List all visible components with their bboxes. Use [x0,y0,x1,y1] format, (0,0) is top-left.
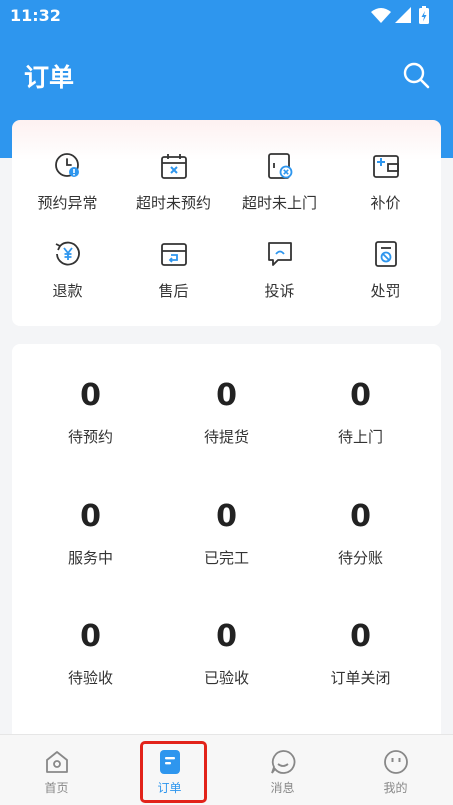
stat-label: 订单关闭 [330,669,391,687]
stat-count: 0 [350,378,371,413]
stat-label: 服务中 [67,549,113,567]
signal-icon [395,7,411,23]
quick-action-label: 售后 [158,282,189,300]
tab-profile[interactable]: 我的 [339,735,452,805]
stat-completed[interactable]: 0 已完工 [155,499,298,579]
quick-action-label: 预约异常 [37,194,98,212]
clock-alert-icon [55,153,79,177]
refund-yen-icon [55,241,80,266]
stat-label: 待分账 [337,549,383,567]
stat-label: 待上门 [337,428,383,446]
box-return-icon [161,243,187,266]
quick-action-complaint[interactable]: 投诉 [226,240,333,310]
status-time: 11:32 [10,6,61,25]
stat-accepted[interactable]: 0 已验收 [155,619,298,699]
stat-label: 待预约 [67,428,113,446]
wallet-plus-icon [373,155,399,178]
status-bar: 11:32 [0,0,453,32]
stat-pending-booking[interactable]: 0 待预约 [19,378,162,458]
battery-icon [419,6,429,24]
stat-in-service[interactable]: 0 服务中 [19,499,162,579]
quick-actions-card: 预约异常 超时未预约 超时未上门 补价 退款 售后 投诉 处罚 [12,120,441,326]
calendar-x-icon [161,154,187,179]
stat-count: 0 [350,619,371,654]
stat-count: 0 [216,619,237,654]
quick-action-label: 退款 [52,282,83,300]
stat-count: 0 [216,499,237,534]
tab-label: 订单 [157,781,182,795]
message-icon [271,750,296,774]
quick-action-overdue-unbooked[interactable]: 超时未预约 [120,152,227,222]
tab-messages[interactable]: 消息 [226,735,339,805]
penalty-doc-icon [375,241,397,267]
stat-label: 待提货 [203,428,249,446]
stat-pending-acceptance[interactable]: 0 待验收 [19,619,162,699]
door-x-icon [268,153,293,179]
quick-action-overdue-no-visit[interactable]: 超时未上门 [226,152,333,222]
order-stats-card: 0 待预约 0 待提货 0 待上门 0 服务中 0 已完工 0 待分账 0 待验… [12,344,441,744]
home-icon [46,751,68,773]
quick-action-penalty[interactable]: 处罚 [332,240,439,310]
quick-action-label: 投诉 [264,282,295,300]
stat-count: 0 [80,619,101,654]
quick-action-after-sales[interactable]: 售后 [120,240,227,310]
stat-count: 0 [80,499,101,534]
stat-count: 0 [350,499,371,534]
stat-label: 已验收 [203,669,249,687]
complaint-message-icon [268,242,292,266]
wifi-icon [371,8,391,23]
stat-count: 0 [80,378,101,413]
stat-pending-split[interactable]: 0 待分账 [289,499,432,579]
tab-home[interactable]: 首页 [0,735,113,805]
stat-label: 待验收 [67,669,113,687]
quick-action-label: 处罚 [370,282,401,300]
stat-label: 已完工 [203,549,249,567]
tab-label: 我的 [383,781,408,795]
quick-action-appointment-exception[interactable]: 预约异常 [14,152,121,222]
stat-order-closed[interactable]: 0 订单关闭 [289,619,432,699]
quick-action-price-supplement[interactable]: 补价 [332,152,439,222]
profile-icon [384,750,408,774]
tab-orders[interactable]: 订单 [113,735,226,805]
quick-action-label: 超时未预约 [135,194,211,212]
tab-label: 消息 [270,781,295,795]
stat-count: 0 [216,378,237,413]
quick-action-label: 超时未上门 [241,194,317,212]
quick-action-label: 补价 [370,194,401,212]
bottom-tab-bar: 首页 订单 消息 我的 [0,734,453,805]
title-row: 订单 [0,52,453,96]
stat-pending-visit[interactable]: 0 待上门 [289,378,432,458]
status-icons [371,6,429,24]
stat-pending-pickup[interactable]: 0 待提货 [155,378,298,458]
search-icon[interactable] [401,60,431,90]
tab-label: 首页 [44,781,69,795]
order-icon [160,750,180,774]
page-title: 订单 [24,63,75,92]
quick-action-refund[interactable]: 退款 [14,240,121,310]
